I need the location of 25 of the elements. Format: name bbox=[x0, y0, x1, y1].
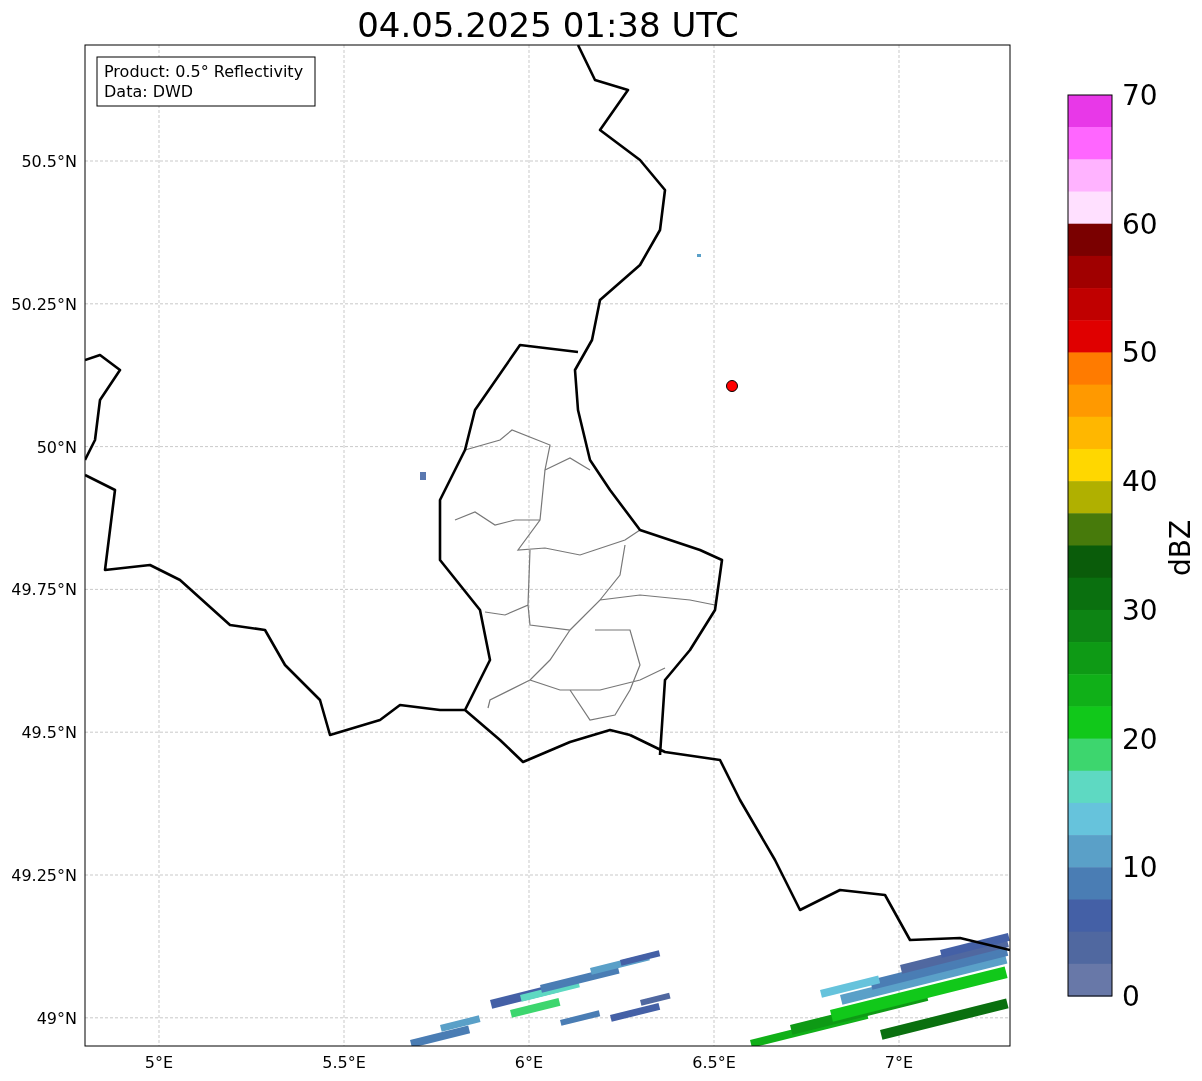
info-text: Product: 0.5° Reflectivity bbox=[104, 62, 304, 81]
radar-site-marker bbox=[726, 380, 738, 392]
longitude-label: 7°E bbox=[884, 1053, 914, 1072]
latitude-label: 49.75°N bbox=[11, 580, 77, 600]
colorbar-tick-label: 50 bbox=[1122, 336, 1158, 370]
latitude-label: 50°N bbox=[36, 437, 77, 457]
longitude-label: 5.5°E bbox=[322, 1053, 366, 1072]
longitude-label: 5°E bbox=[144, 1053, 174, 1072]
latitude-label: 49.25°N bbox=[11, 866, 77, 885]
colorbar-tick-label: 40 bbox=[1122, 465, 1158, 499]
info-text: Data: DWD bbox=[104, 82, 194, 101]
colorbar-tick-label: 20 bbox=[1122, 722, 1158, 756]
colorbar-label: dBZ bbox=[1164, 519, 1197, 577]
colorbar-tick-label: 0 bbox=[1122, 980, 1140, 1013]
colorbar-tick-label: 30 bbox=[1122, 593, 1158, 627]
colorbar-tick-label: 70 bbox=[1122, 79, 1158, 112]
colorbar-tick-label: 60 bbox=[1122, 207, 1158, 241]
plot-title: 04.05.2025 01:38 UTC bbox=[357, 5, 739, 45]
latitude-label: 49.5°N bbox=[21, 723, 77, 743]
longitude-label: 6°E bbox=[514, 1053, 544, 1072]
latitude-label: 49°N bbox=[36, 1008, 77, 1028]
latitude-label: 50.5°N bbox=[21, 152, 77, 171]
colorbar-tick-label: 10 bbox=[1122, 851, 1158, 885]
latitude-label: 50.25°N bbox=[11, 294, 77, 314]
longitude-label: 6.5°E bbox=[692, 1053, 736, 1072]
